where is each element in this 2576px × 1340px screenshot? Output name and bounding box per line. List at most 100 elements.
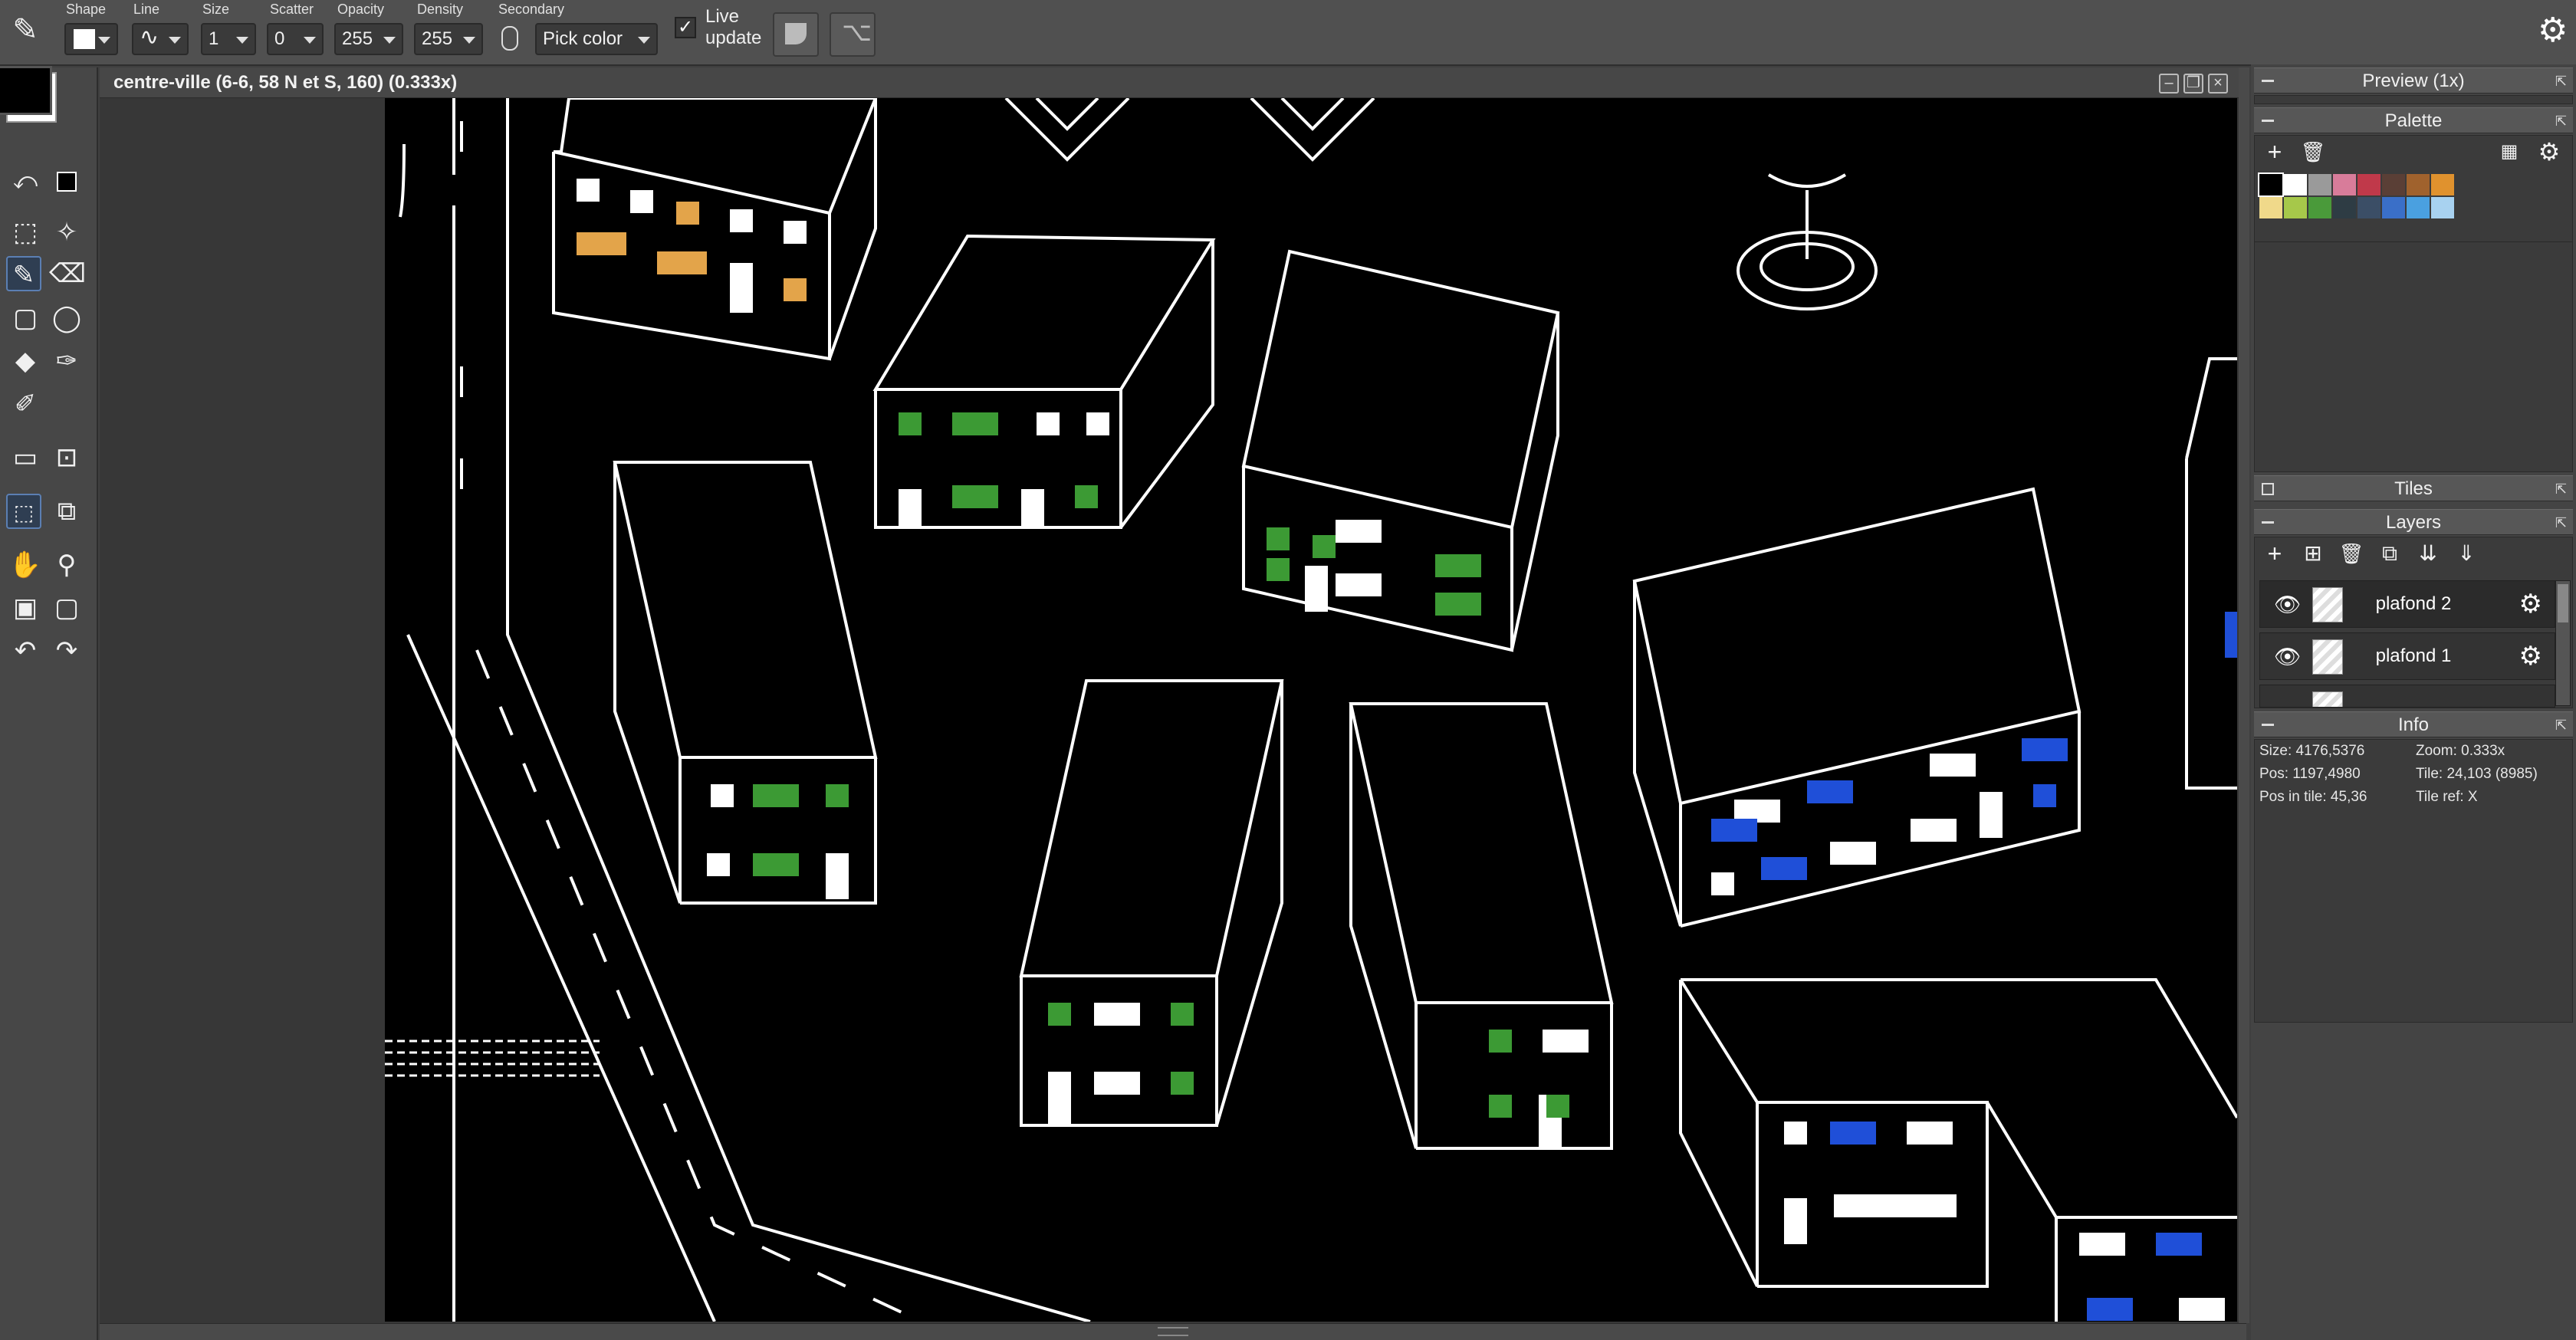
collapse-icon[interactable] <box>2262 120 2274 122</box>
preview-panel-body <box>2254 95 2573 104</box>
expand-icon[interactable] <box>2262 483 2274 495</box>
info-size: Size: 4176,5376 <box>2259 743 2365 759</box>
palette-swatch[interactable] <box>2358 174 2380 195</box>
horizontal-scrollbar[interactable] <box>100 1323 2246 1340</box>
palette-swatch[interactable] <box>2407 197 2430 218</box>
palette-swatch[interactable] <box>2333 197 2356 218</box>
palette-swatch[interactable] <box>2284 174 2307 195</box>
line-dropdown[interactable]: ∿ <box>132 23 189 55</box>
restore-icon[interactable]: ❐ <box>2183 74 2203 94</box>
palette-panel-body: + 🗑 ▦ ⚙ <box>2254 135 2573 472</box>
branch-icon: ⌥ <box>842 18 872 47</box>
secondary-dropdown[interactable]: Pick color <box>535 23 658 55</box>
trash-icon[interactable]: 🗑 <box>2298 139 2328 165</box>
palette-swatch[interactable] <box>2407 174 2430 195</box>
palette-swatch[interactable] <box>2358 197 2380 218</box>
brush-icon[interactable]: ✎ <box>6 256 41 291</box>
minimize-icon[interactable]: – <box>2159 74 2179 94</box>
opacity-dropdown[interactable]: 255 <box>334 23 403 55</box>
layers-panel-title[interactable]: Layers ⇱ <box>2254 509 2573 535</box>
palette-panel-title[interactable]: Palette ⇱ <box>2254 107 2573 133</box>
eye-icon[interactable]: 👁 <box>2274 592 2302 617</box>
layer-row[interactable] <box>2259 685 2555 708</box>
collapse-icon[interactable] <box>2262 521 2274 524</box>
palette-swatch[interactable] <box>2382 174 2405 195</box>
palette-swatch[interactable] <box>2284 197 2307 218</box>
pin-icon[interactable]: ⇱ <box>2555 114 2567 128</box>
close-icon[interactable]: × <box>2208 74 2228 94</box>
scatter-dropdown[interactable]: 0 <box>267 23 324 55</box>
collapse-icon[interactable] <box>2262 80 2274 82</box>
merge-down-icon[interactable]: ⇊ <box>2413 540 2443 567</box>
layer-name: plafond 2 <box>2375 593 2452 614</box>
eyedropper-icon[interactable]: ✐ <box>8 386 43 422</box>
rect-select-icon[interactable]: ⬚ <box>8 215 43 250</box>
grid-view-icon[interactable]: ▣ <box>8 590 43 626</box>
pin-icon[interactable]: ⇱ <box>2555 74 2567 88</box>
layers-scroll-thumb[interactable] <box>2558 584 2568 622</box>
fill-icon[interactable]: ◆ <box>8 343 43 379</box>
trash-icon[interactable]: 🗑 <box>2336 540 2367 567</box>
scatter-label: Scatter <box>270 2 314 17</box>
gear-icon[interactable]: ⚙ <box>2519 589 2542 619</box>
scroll-grip[interactable] <box>1158 1327 1188 1336</box>
copy-region-icon[interactable]: ⧉ <box>49 494 84 529</box>
layer-row[interactable]: 👁 plafond 1 ⚙ <box>2259 632 2555 680</box>
palette-swatch[interactable] <box>2259 197 2282 218</box>
pin-icon[interactable]: ⇱ <box>2555 718 2567 732</box>
eye-icon[interactable]: 👁 <box>2274 644 2302 669</box>
plus-icon[interactable]: + <box>2259 139 2290 165</box>
pin-icon[interactable]: ⇱ <box>2555 516 2567 530</box>
color-picker-icon[interactable]: ✑ <box>49 343 84 379</box>
duplicate-layer-icon[interactable]: ⧉ <box>2374 540 2405 567</box>
palette-edit-icon[interactable]: ▦ <box>2494 139 2525 165</box>
palette-swatch[interactable] <box>2308 197 2331 218</box>
info-panel-title[interactable]: Info ⇱ <box>2254 711 2573 737</box>
effects-button[interactable]: ⌥ <box>830 12 876 57</box>
gear-icon[interactable]: ⚙ <box>2519 641 2542 672</box>
info-pos: Pos: 1197,4980 <box>2259 766 2361 782</box>
merge-visible-icon[interactable]: ⇓ <box>2451 540 2482 567</box>
palette-swatch[interactable] <box>2382 197 2405 218</box>
vertical-scrollbar[interactable] <box>2239 67 2249 1323</box>
select-arrow-icon[interactable]: ⬚ <box>6 494 41 529</box>
add-layer-icon[interactable]: + <box>2259 540 2290 567</box>
palette-swatch[interactable] <box>2431 197 2454 218</box>
drawing-canvas[interactable] <box>385 98 2237 1322</box>
gear-icon[interactable]: ⚙ <box>2538 11 2568 50</box>
foreground-color-swatch[interactable] <box>0 66 52 115</box>
annotate-icon[interactable]: ▭ <box>8 440 43 475</box>
pin-icon[interactable]: ⇱ <box>2555 482 2567 496</box>
undo-icon[interactable]: ↶ <box>8 633 43 668</box>
tool-panel: ⤺ ⬚ ✧ ✎ ⌫ ▢ ◯ ◆ ✑ ✐ ▭ ⊡ ⬚ ⧉ ✋ ⚲ ▣ ▢ ↶ ↷ <box>0 66 98 1340</box>
layer-row[interactable]: 👁 plafond 2 ⚙ <box>2259 580 2555 628</box>
new-group-icon[interactable]: ⊞ <box>2298 540 2328 567</box>
size-dropdown[interactable]: 1 <box>201 23 256 55</box>
ellipse-icon[interactable]: ◯ <box>49 301 84 336</box>
hand-icon[interactable]: ✋ <box>8 547 43 583</box>
palette-swatch[interactable] <box>2258 172 2284 197</box>
density-dropdown[interactable]: 255 <box>414 23 483 55</box>
layers-scrollbar[interactable] <box>2555 580 2571 706</box>
gear-icon[interactable]: ⚙ <box>2534 139 2564 165</box>
tiles-panel-title[interactable]: Tiles ⇱ <box>2254 475 2573 501</box>
reset-colors-icon[interactable] <box>49 164 84 199</box>
zoom-icon[interactable]: ⚲ <box>49 547 84 583</box>
swap-colors-icon[interactable]: ⤺ <box>8 164 43 199</box>
mask-button[interactable] <box>773 12 819 57</box>
shape-dropdown[interactable] <box>64 23 118 55</box>
eraser-icon[interactable]: ⌫ <box>49 256 86 291</box>
palette-swatch[interactable] <box>2333 174 2356 195</box>
preview-panel-title[interactable]: Preview (1x) ⇱ <box>2254 67 2573 94</box>
frame-view-icon[interactable]: ▢ <box>49 590 84 626</box>
mouse-icon <box>501 26 518 51</box>
rectangle-icon[interactable]: ▢ <box>8 301 43 336</box>
palette-swatch[interactable] <box>2308 174 2331 195</box>
collapse-icon[interactable] <box>2262 724 2274 726</box>
pencil-icon[interactable]: ✎ <box>8 12 43 48</box>
palette-swatch[interactable] <box>2431 174 2454 195</box>
redo-icon[interactable]: ↷ <box>49 633 84 668</box>
live-update-checkbox[interactable]: ✓ <box>675 17 696 38</box>
transform-icon[interactable]: ⊡ <box>49 440 84 475</box>
magic-wand-icon[interactable]: ✧ <box>49 215 84 250</box>
